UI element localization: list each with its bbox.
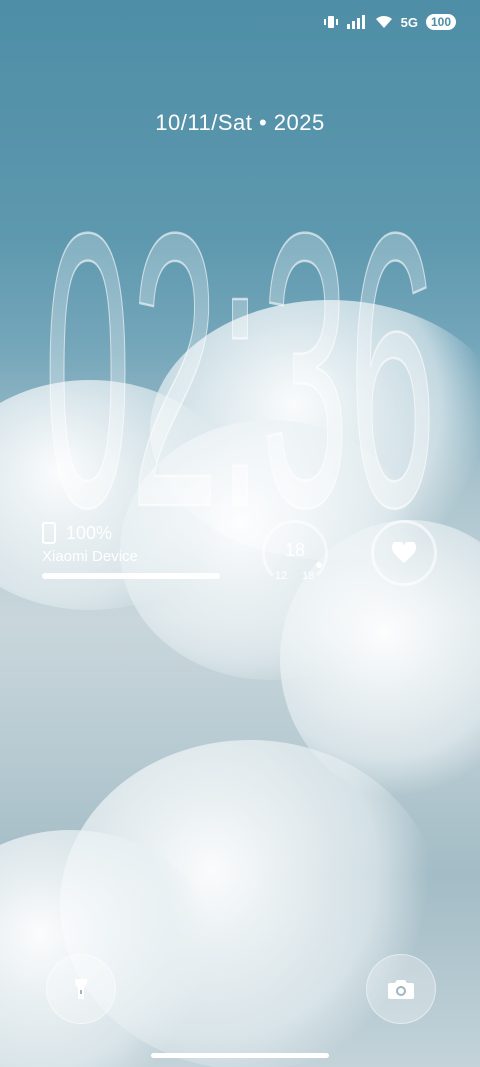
heart-icon	[392, 542, 416, 563]
health-widget[interactable]	[371, 520, 437, 586]
clock-time: 02:36	[44, 152, 436, 520]
high-temperature: 18	[302, 570, 315, 582]
battery-percent: 100%	[66, 522, 113, 543]
clock: 02:36	[43, 151, 438, 520]
weather-widget[interactable]: 18 12 18	[262, 520, 328, 586]
battery-widget: 100% Xiaomi Device	[42, 522, 222, 579]
flashlight-button[interactable]	[46, 954, 116, 1024]
home-indicator[interactable]	[151, 1053, 329, 1058]
temperature-marker	[316, 562, 322, 568]
battery-bar	[42, 573, 220, 579]
low-temperature: 12	[275, 570, 288, 582]
phone-battery-icon	[42, 522, 56, 544]
lock-screen: 5G 100 10/11/Sat • 2025 02:36 100% Xiaom…	[0, 0, 480, 1067]
device-name: Xiaomi Device	[42, 548, 138, 565]
flashlight-icon	[75, 979, 87, 999]
current-temperature: 18	[284, 540, 306, 560]
camera-icon	[388, 980, 414, 999]
camera-button[interactable]	[366, 954, 436, 1024]
